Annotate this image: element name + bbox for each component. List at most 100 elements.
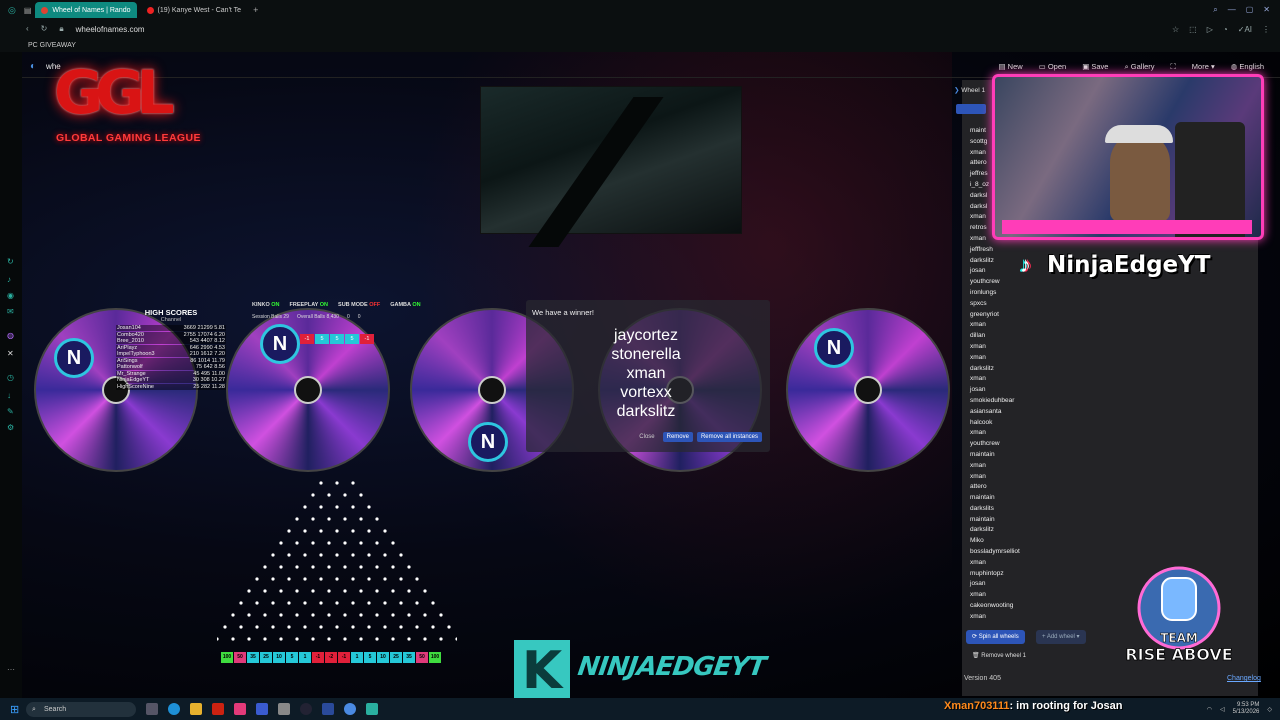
plinko-peg — [383, 577, 387, 581]
back-icon[interactable]: ‹ — [26, 24, 29, 34]
volume-icon[interactable]: ◁ — [1220, 706, 1225, 713]
steam-icon[interactable] — [300, 703, 312, 715]
remove-all-button[interactable]: Remove all instances — [696, 432, 762, 442]
plinko-peg — [295, 637, 299, 641]
app-pink-icon[interactable] — [234, 703, 246, 715]
extra-b: 0 — [357, 314, 361, 320]
sidebar-tiktok-icon[interactable]: ♪ — [7, 276, 15, 284]
kinko-label: KINKO — [252, 302, 270, 308]
sidebar-messenger-icon[interactable]: ◍ — [7, 332, 15, 340]
entry-item: maintain — [970, 450, 995, 458]
plinko-peg — [359, 541, 363, 545]
save-button[interactable]: ▣ Save — [1082, 62, 1108, 72]
entry-item: cakeonwooting — [970, 602, 1014, 610]
new-tab-button[interactable]: + — [253, 5, 258, 15]
plinko-slot: 25 — [390, 652, 402, 663]
open-button[interactable]: ▭ Open — [1039, 62, 1067, 72]
taskbar-search[interactable]: ⌕ Search — [26, 701, 136, 717]
sidebar-history-icon[interactable]: ◷ — [7, 374, 15, 382]
remove-wheel-button[interactable]: 🗑︎ Remove wheel 1 — [966, 649, 1032, 663]
reload-icon[interactable]: ↻ — [41, 24, 48, 34]
changelog-link[interactable]: Changelog — [1227, 675, 1261, 682]
high-score-name: NinjaEdgeYT — [117, 377, 150, 383]
language-button[interactable]: ◍ English — [1231, 62, 1264, 72]
tab-youtube[interactable]: (19) Kanye West - Can't Te — [141, 2, 248, 18]
entry-item: youthcrew — [970, 440, 1000, 448]
app-red-icon[interactable] — [212, 703, 224, 715]
ai-icon[interactable]: ✓AI — [1238, 25, 1252, 34]
gallery-button[interactable]: ⌕ Gallery — [1124, 62, 1154, 72]
plinko-slot: 50 — [416, 652, 428, 663]
app-lightblue-icon[interactable] — [344, 703, 356, 715]
windows-start-icon[interactable]: ⊞ — [10, 703, 19, 716]
browser-menu-icon[interactable]: ◎ — [8, 5, 16, 16]
task-view-icon[interactable] — [146, 703, 158, 715]
add-wheel-button[interactable]: + Add wheel ▾ — [1036, 630, 1086, 644]
clock[interactable]: 9:53 PM 5/13/2026 — [1233, 702, 1260, 716]
minimize-icon[interactable]: — — [1228, 5, 1236, 15]
plinko-peg — [295, 589, 299, 593]
wifi-icon[interactable]: ◠ — [1207, 706, 1212, 713]
file-explorer-icon[interactable] — [190, 703, 202, 715]
wheel-2[interactable]: N — [226, 308, 390, 472]
notification-icon[interactable]: ◇ — [1267, 706, 1272, 713]
profile-icon[interactable]: ◔ — [1223, 25, 1228, 34]
extra-a: 0 — [346, 314, 350, 320]
video-player[interactable] — [480, 86, 742, 247]
sidebar-mail-icon[interactable]: ✉ — [7, 308, 15, 316]
wheel-selector[interactable]: ❯ Wheel 1 — [954, 86, 985, 94]
high-score-name: AriSings — [117, 357, 138, 364]
fullscreen-button[interactable]: ⛶ — [1171, 62, 1176, 72]
bookmark-icon[interactable]: ☆ — [1172, 25, 1179, 34]
mini-slot: -1 — [360, 334, 374, 344]
bookmarks-bar: PC GIVEAWAY — [0, 38, 1280, 52]
tab-list-icon[interactable]: ▤ — [24, 6, 32, 15]
plinko-peg — [319, 481, 323, 485]
entries-tab-button[interactable] — [956, 104, 986, 114]
search-icon[interactable]: ⌕ — [1213, 5, 1217, 15]
sidebar-whatsapp-icon[interactable]: ◉ — [7, 292, 15, 300]
entry-item: asiansanta — [970, 407, 1002, 415]
sidebar-note-icon[interactable]: ✎ — [7, 408, 15, 416]
tab-wheel-of-names[interactable]: Wheel of Names | Rando — [35, 2, 137, 18]
app-blue-icon[interactable] — [256, 703, 268, 715]
close-button[interactable]: Close — [635, 432, 658, 442]
sidebar-settings-icon[interactable]: ⚙ — [7, 424, 15, 432]
bookmark-pc-giveaway[interactable]: PC GIVEAWAY — [28, 42, 76, 49]
sidebar-refresh-icon[interactable]: ↻ — [7, 258, 15, 266]
remove-wheel-label: Remove wheel 1 — [981, 653, 1026, 659]
new-button[interactable]: ▤ New — [998, 62, 1022, 72]
extensions-icon[interactable]: ▷ — [1207, 25, 1213, 34]
plinko-peg — [303, 601, 307, 605]
high-score-row: Combo420 2755 17074 6.20 — [116, 331, 226, 338]
entry-item: maintain — [970, 515, 995, 523]
entry-item: smokieduhbear — [970, 396, 1015, 404]
maximize-icon[interactable]: ▢ — [1246, 5, 1254, 15]
app-navy-icon[interactable] — [322, 703, 334, 715]
close-icon[interactable]: ✕ — [1263, 5, 1270, 15]
spin-all-button[interactable]: ⟳ Spin all wheels — [966, 630, 1025, 644]
url-field[interactable]: wheelofnames.com — [76, 25, 145, 34]
edge-icon[interactable] — [168, 703, 180, 715]
entry-item: maintain — [970, 494, 995, 502]
session-balls: Session Balls 29 — [252, 314, 289, 320]
plinko-peg — [279, 589, 283, 593]
plinko-peg — [327, 613, 331, 617]
mini-slot-row: -1 5 5 5 -1 — [300, 334, 374, 344]
sidebar-more-icon[interactable]: ⋯ — [7, 666, 15, 674]
plinko-peg — [343, 613, 347, 617]
app-gray-icon[interactable] — [278, 703, 290, 715]
plinko-peg — [335, 625, 339, 629]
wheel-5[interactable]: N — [786, 308, 950, 472]
plinko-slot-row: 100 50 35 25 10 5 1 -1 -2 -1 1 5 10 25 35 50 100 — [221, 652, 441, 663]
more-icon[interactable]: ⋮ — [1262, 25, 1270, 34]
plinko-peg — [407, 589, 411, 593]
more-button[interactable]: More ▾ — [1192, 62, 1215, 72]
plinko-peg — [375, 637, 379, 641]
sidebar-download-icon[interactable]: ↓ — [7, 392, 15, 400]
sidebar-x-icon[interactable]: ✕ — [7, 350, 15, 358]
remove-button[interactable]: Remove — [662, 432, 693, 442]
share-icon[interactable]: ⬚ — [1189, 25, 1197, 34]
app-teal-icon[interactable] — [366, 703, 378, 715]
plinko-peg — [335, 481, 339, 485]
